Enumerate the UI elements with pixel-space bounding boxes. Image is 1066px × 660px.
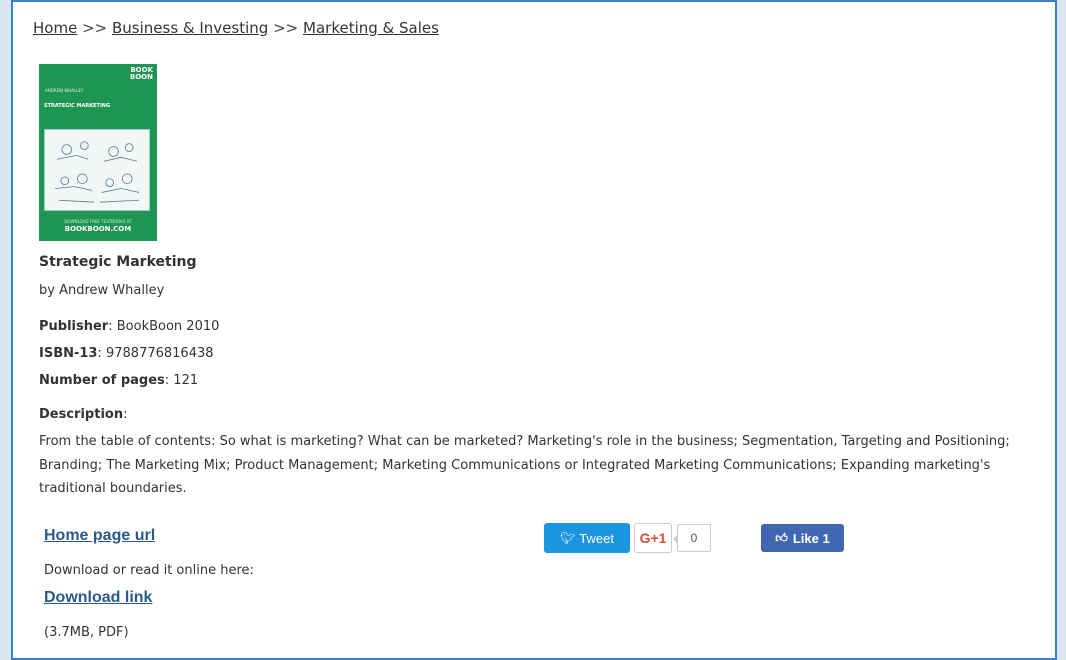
tweet-button[interactable]: 🐦︎ Tweet: [544, 523, 630, 553]
facebook-like-button[interactable]: 👍︎ Like 1: [761, 524, 844, 552]
book-detail-panel: Home >> Business & Investing >> Marketin…: [11, 0, 1057, 660]
publisher-row: Publisher: BookBoon 2010: [39, 319, 219, 334]
pages-row: Number of pages: 121: [39, 373, 198, 388]
cover-title: STRATEGIC MARKETING: [44, 103, 111, 109]
book-author: by Andrew Whalley: [39, 283, 165, 298]
breadcrumb-business-link[interactable]: Business & Investing: [112, 19, 268, 37]
home-page-url-link[interactable]: Home page url: [44, 527, 155, 545]
twitter-bird-icon: 🐦︎: [560, 531, 576, 545]
breadcrumb: Home >> Business & Investing >> Marketin…: [33, 19, 439, 37]
download-note: Download or read it online here:: [44, 563, 254, 578]
description-heading: Description:: [39, 407, 127, 422]
book-title: Strategic Marketing: [39, 254, 197, 270]
like-label: Like 1: [792, 530, 830, 546]
breadcrumb-separator: >>: [273, 19, 299, 37]
breadcrumb-separator: >>: [82, 19, 108, 37]
cover-illustration: [44, 129, 150, 211]
google-plus-button[interactable]: G+1: [634, 523, 672, 553]
isbn-row: ISBN-13: 9788776816438: [39, 346, 214, 361]
book-cover-image[interactable]: BOOK BOON ANDREW WHALLEY STRATEGIC MARKE…: [39, 64, 157, 241]
cover-author: ANDREW WHALLEY: [45, 88, 84, 93]
google-plus-count: 0: [673, 524, 711, 552]
file-info: (3.7MB, PDF): [44, 625, 129, 640]
publisher-label: Publisher: [39, 319, 109, 334]
breadcrumb-home-link[interactable]: Home: [33, 19, 77, 37]
sketch-illustration-icon: [55, 141, 140, 203]
tweet-label: Tweet: [579, 530, 614, 546]
description-colon: :: [123, 407, 128, 422]
breadcrumb-marketing-link[interactable]: Marketing & Sales: [303, 19, 439, 37]
pages-value: : 121: [164, 373, 199, 388]
pages-label: Number of pages: [39, 373, 165, 388]
cover-footer-tag: DOWNLOAD FREE TEXTBOOKS AT: [64, 219, 132, 224]
description-text: From the table of contents: So what is m…: [39, 434, 1010, 496]
isbn-label: ISBN-13: [39, 346, 98, 361]
facebook-thumbs-up-icon: 👍︎: [775, 530, 788, 545]
publisher-value: : BookBoon 2010: [108, 319, 220, 334]
description-label: Description: [39, 407, 124, 422]
bookboon-logo: BOOK BOON: [129, 66, 153, 81]
isbn-value: : 9788776816438: [97, 346, 214, 361]
cover-footer-brand: BOOKBOON.COM: [64, 225, 132, 233]
cover-footer: DOWNLOAD FREE TEXTBOOKS AT BOOKBOON.COM: [39, 213, 157, 241]
download-link[interactable]: Download link: [44, 589, 152, 607]
